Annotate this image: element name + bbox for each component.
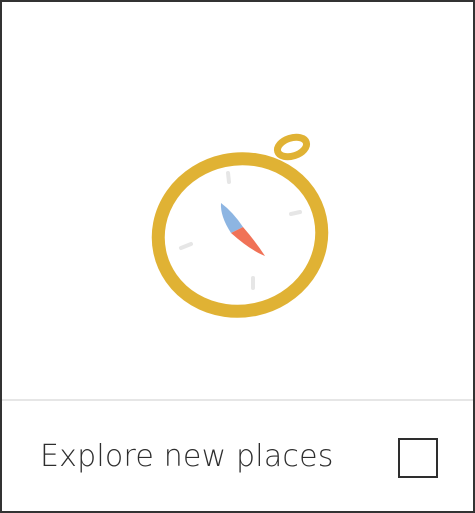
option-label: Explore new places [40,439,334,474]
card-footer: Explore new places [2,401,473,513]
compass-loop [273,133,311,161]
compass-icon [151,133,329,318]
option-checkbox[interactable] [398,438,438,478]
option-card[interactable]: Explore new places [0,0,475,513]
compass-illustration [2,2,473,399]
compass-needle [220,203,265,256]
